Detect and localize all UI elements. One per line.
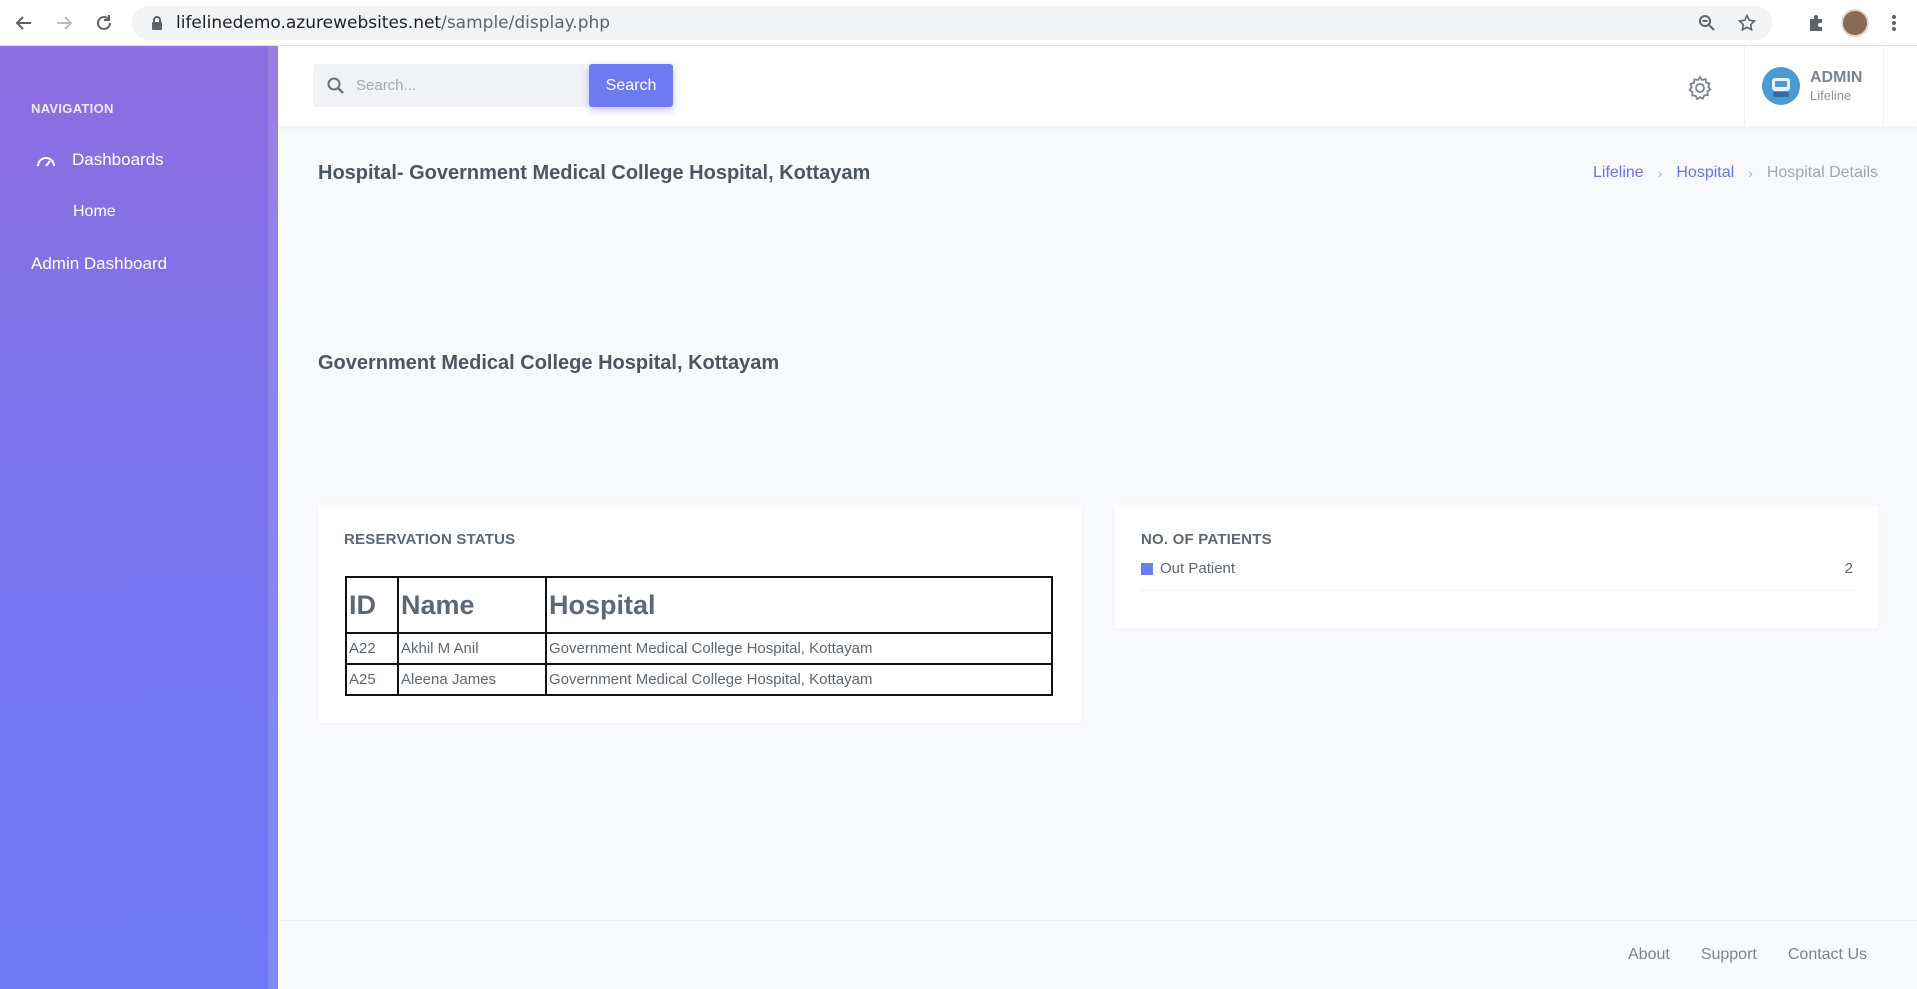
footer-link-about[interactable]: About [1628,946,1670,964]
search-input[interactable] [356,77,576,94]
url-text: lifelinedemo.azurewebsites.net/sample/di… [176,13,611,33]
address-bar[interactable]: lifelinedemo.azurewebsites.net/sample/di… [132,6,1772,40]
table-row: A25 Aleena James Government Medical Coll… [345,663,1053,696]
gear-icon[interactable] [1686,74,1714,102]
search-box [313,64,595,107]
forward-arrow-icon[interactable] [50,9,78,37]
patients-card: NO. OF PATIENTS Out Patient 2 [1115,505,1878,628]
breadcrumb-item-lifeline[interactable]: Lifeline [1593,164,1644,182]
column-header-name: Name [397,576,547,634]
breadcrumb-item-hospital[interactable]: Hospital [1676,164,1734,182]
legend-label: Out Patient [1160,560,1236,577]
sidebar-item-home[interactable]: Home [73,203,116,221]
zoom-icon[interactable] [1696,12,1718,34]
reservation-status-card: RESERVATION STATUS ID Name Hospital A22 … [318,505,1081,723]
breadcrumb-item-current: Hospital Details [1766,164,1878,181]
sidebar: NAVIGATION Dashboards Home Admin Dashboa… [0,46,278,989]
column-header-hospital: Hospital [545,576,1053,634]
footer: About Support Contact Us [278,920,1917,989]
back-arrow-icon[interactable] [10,9,38,37]
chevron-right-icon: › [1657,165,1663,181]
legend-item: Out Patient 2 [1141,560,1853,591]
user-name: ADMIN [1810,69,1863,86]
cell-hospital: Government Medical College Hospital, Kot… [545,632,1053,665]
avatar [1762,67,1800,105]
sidebar-edge [268,46,278,989]
user-menu[interactable]: ADMIN Lifeline [1744,46,1884,126]
breadcrumb: Lifeline › Hospital › Hospital Details [1593,164,1878,182]
table-header-row: ID Name Hospital [345,576,1053,634]
reload-icon[interactable] [90,9,118,37]
speedometer-icon [36,152,56,168]
nav-heading: NAVIGATION [31,101,114,116]
column-header-id: ID [345,576,399,634]
topbar: Search ADMIN Lifeline [278,46,1917,126]
reservation-table: ID Name Hospital A22 Akhil M Anil Govern… [345,576,1053,696]
legend-value: 2 [1844,560,1853,577]
table-row: A22 Akhil M Anil Government Medical Coll… [345,632,1053,665]
lock-icon [148,14,166,32]
sidebar-item-label: Home [73,203,116,220]
extensions-puzzle-icon[interactable] [1805,12,1827,34]
footer-link-contact[interactable]: Contact Us [1788,946,1867,964]
bookmark-star-icon[interactable] [1736,12,1758,34]
sidebar-item-label: Dashboards [72,150,164,169]
user-subtitle: Lifeline [1810,88,1852,103]
profile-avatar[interactable] [1841,9,1869,37]
card-title: NO. OF PATIENTS [1141,531,1272,548]
hospital-heading: Government Medical College Hospital, Kot… [318,352,780,374]
browser-toolbar: lifelinedemo.azurewebsites.net/sample/di… [0,0,1917,46]
cell-name: Aleena James [397,663,547,696]
card-title: RESERVATION STATUS [344,531,516,548]
cell-hospital: Government Medical College Hospital, Kot… [545,663,1053,696]
footer-link-support[interactable]: Support [1701,946,1757,964]
main-content: Search ADMIN Lifeline [278,46,1917,989]
cell-name: Akhil M Anil [397,632,547,665]
sidebar-item-admin-dashboard[interactable]: Admin Dashboard [31,254,167,274]
search-button[interactable]: Search [589,64,673,107]
cell-id: A25 [345,663,399,696]
chevron-right-icon: › [1748,165,1753,181]
search-icon [326,76,346,96]
sidebar-item-dashboards[interactable]: Dashboards [36,150,164,170]
cell-id: A22 [345,632,399,665]
kebab-menu-icon[interactable] [1883,12,1905,34]
page-title: Hospital- Government Medical College Hos… [318,162,871,184]
sidebar-item-label: Admin Dashboard [31,254,168,273]
legend-swatch [1141,563,1153,575]
